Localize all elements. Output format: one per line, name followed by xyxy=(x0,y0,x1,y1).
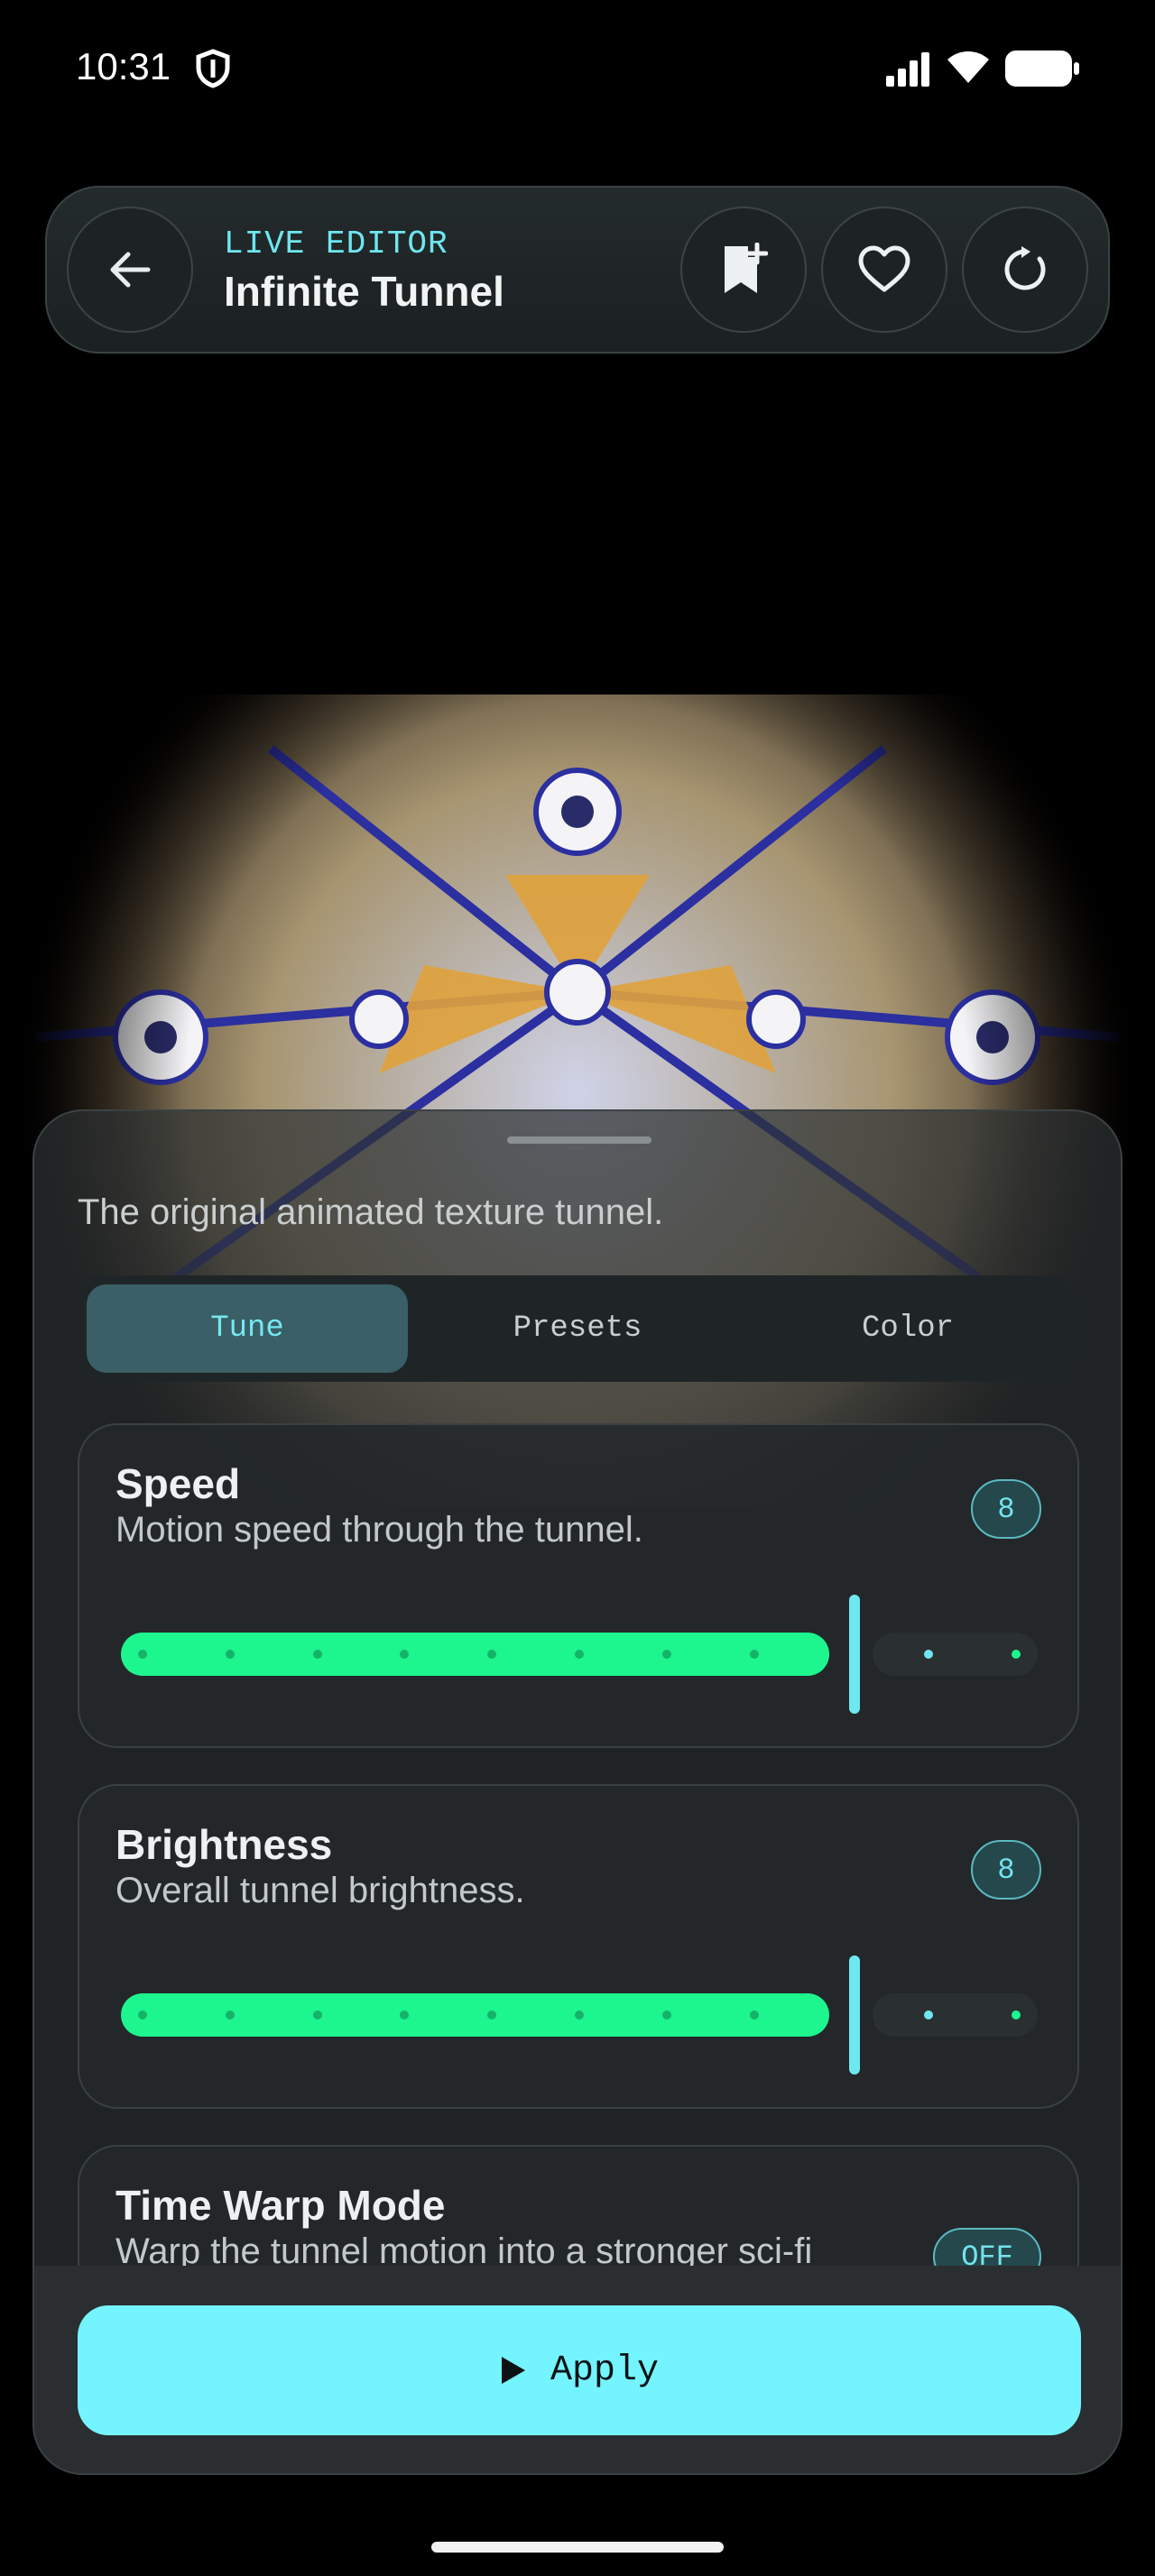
slider-step-dot xyxy=(750,2010,759,2019)
shield-icon xyxy=(196,49,230,88)
tab-presets[interactable]: Presets xyxy=(417,1284,738,1373)
status-time: 10:31 xyxy=(76,45,171,87)
home-indicator[interactable] xyxy=(431,2542,724,2553)
value-badge: 8 xyxy=(971,1479,1041,1539)
slider-thumb[interactable] xyxy=(849,1955,860,2075)
wifi-icon xyxy=(947,51,989,83)
control-subtitle: Overall tunnel brightness. xyxy=(116,1871,525,1910)
sheet-drag-handle[interactable] xyxy=(507,1136,651,1144)
slider-step-dot xyxy=(138,2010,147,2019)
slider-step-dot xyxy=(575,2010,584,2019)
refresh-icon xyxy=(1004,246,1046,290)
speed-control-card: Speed Motion speed through the tunnel. 8 xyxy=(78,1423,1079,1748)
play-icon xyxy=(501,2357,525,2384)
slider-step-dot xyxy=(313,1650,322,1659)
slider-step-dot xyxy=(138,1650,147,1659)
heart-icon xyxy=(858,245,910,292)
slider-step-dot xyxy=(750,1650,759,1659)
editor-eyebrow: LIVE EDITOR xyxy=(224,225,448,262)
apply-button[interactable]: Apply xyxy=(78,2305,1081,2435)
editor-sheet: The original animated texture tunnel. Tu… xyxy=(32,1109,1123,2475)
slider-step-dot xyxy=(662,2010,671,2019)
back-button[interactable] xyxy=(67,207,193,333)
control-title: Time Warp Mode xyxy=(116,2182,446,2229)
tab-color[interactable]: Color xyxy=(747,1284,1068,1373)
brightness-slider[interactable] xyxy=(121,1955,1038,2075)
slider-step-dot xyxy=(400,1650,409,1659)
slider-step-dot xyxy=(226,1650,235,1659)
battery-icon xyxy=(1005,51,1079,87)
slider-step-dot xyxy=(487,1650,496,1659)
control-title: Brightness xyxy=(116,1821,333,1868)
slider-step-dot xyxy=(400,2010,409,2019)
slider-step-dot xyxy=(662,1650,671,1659)
bookmark-add-button[interactable] xyxy=(680,207,807,333)
back-arrow-icon xyxy=(110,252,151,288)
control-subtitle: Motion speed through the tunnel. xyxy=(116,1510,643,1550)
slider-step-dot xyxy=(226,2010,235,2019)
tab-tune[interactable]: Tune xyxy=(87,1284,408,1373)
slider-step-dot xyxy=(1012,1650,1021,1659)
brightness-control-card: Brightness Overall tunnel brightness. 8 xyxy=(78,1784,1079,2109)
slider-step-dot xyxy=(575,1650,584,1659)
slider-step-dot xyxy=(1012,2010,1021,2019)
reset-button[interactable] xyxy=(962,207,1088,333)
editor-tabs: Tune Presets Color xyxy=(78,1275,1077,1382)
slider-step-dot xyxy=(924,2010,933,2019)
effect-description: The original animated texture tunnel. xyxy=(78,1192,664,1232)
speed-slider[interactable] xyxy=(121,1595,1038,1714)
status-bar: 10:31 xyxy=(0,0,1155,135)
cell-signal-icon xyxy=(886,52,929,87)
value-badge: 8 xyxy=(971,1840,1041,1900)
slider-step-dot xyxy=(313,2010,322,2019)
apply-label: Apply xyxy=(550,2350,660,2391)
slider-thumb[interactable] xyxy=(849,1595,860,1714)
slider-step-dot xyxy=(924,1650,933,1659)
bookmark-add-icon xyxy=(725,243,768,293)
control-title: Speed xyxy=(116,1460,241,1507)
favorite-button[interactable] xyxy=(821,207,947,333)
editor-header: LIVE EDITOR Infinite Tunnel xyxy=(45,186,1110,354)
page-title: Infinite Tunnel xyxy=(224,268,504,315)
slider-step-dot xyxy=(487,2010,496,2019)
